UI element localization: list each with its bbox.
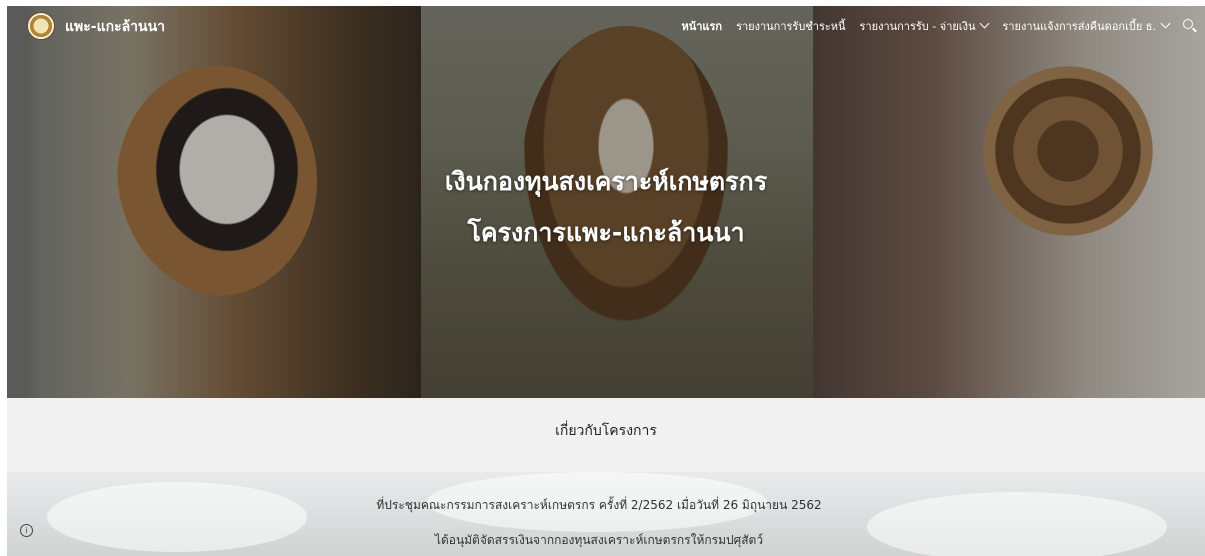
nav-item-interest-return[interactable]: รายงานแจ้งการส่งคืนดอกเบี้ย ธ. xyxy=(1002,17,1171,35)
hero-banner: แพะ-แกะล้านนา หน้าแรก รายงานการรับชำระหน… xyxy=(7,6,1205,398)
nav-item-debt-report[interactable]: รายงานการรับชำระหนี้ xyxy=(736,17,845,35)
nav-item-home[interactable]: หน้าแรก xyxy=(681,17,722,35)
info-icon[interactable]: i xyxy=(20,524,33,537)
site-title[interactable]: แพะ-แกะล้านนา xyxy=(65,16,165,38)
nav-item-interest-return-label: รายงานแจ้งการส่งคืนดอกเบี้ย ธ. xyxy=(1002,20,1156,33)
top-nav: แพะ-แกะล้านนา หน้าแรก รายงานการรับชำระหน… xyxy=(7,6,1205,46)
page: แพะ-แกะล้านนา หน้าแรก รายงานการรับชำระหน… xyxy=(7,6,1205,556)
chevron-down-icon xyxy=(980,18,990,29)
nav-item-income-expense-label: รายงานการรับ - จ่ายเงิน xyxy=(859,20,976,33)
hero-overlay xyxy=(7,6,1205,398)
nav-item-income-expense[interactable]: รายงานการรับ - จ่ายเงิน xyxy=(859,17,990,35)
about-title: เกี่ยวกับโครงการ xyxy=(555,423,657,439)
chevron-down-icon xyxy=(1160,18,1171,29)
about-text-line1: ที่ประชุมคณะกรรมการสงเคราะห์เกษตรกร ครั้… xyxy=(376,498,822,512)
search-icon[interactable] xyxy=(1183,19,1197,33)
hero-title-line1: เงินกองทุนสงเคราะห์เกษตรกร xyxy=(444,167,768,196)
hero-title-line2: โครงการแพะ-แกะล้านนา xyxy=(467,218,745,247)
about-text-line2: ได้อนุมัติจัดสรรเงินจากกองทุนสงเคราะห์เก… xyxy=(434,533,764,547)
nav-menu: หน้าแรก รายงานการรับชำระหนี้ รายงานการรั… xyxy=(681,17,1197,35)
site-logo[interactable] xyxy=(27,12,55,40)
about-section: เกี่ยวกับโครงการ xyxy=(7,398,1205,472)
